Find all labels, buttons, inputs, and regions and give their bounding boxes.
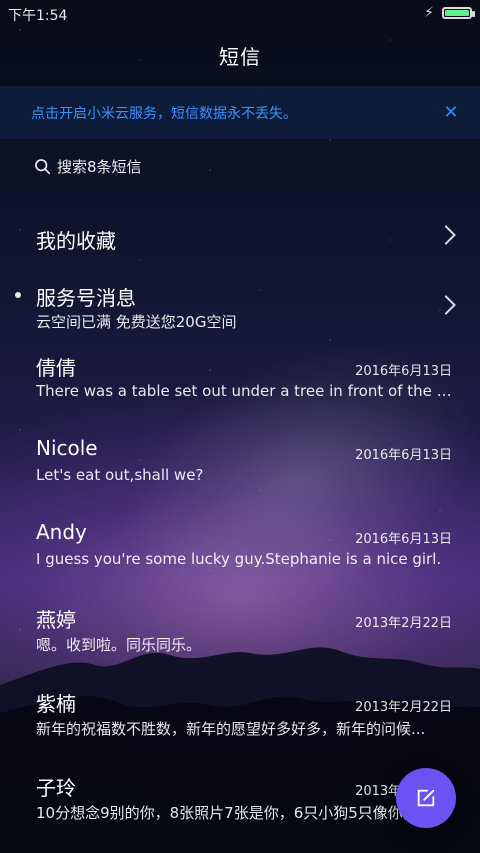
conversation-row[interactable]: Andy 2016年6月13日 I guess you're some luck… [0, 510, 480, 594]
close-banner-button[interactable]: ✕ [440, 102, 462, 124]
search-icon[interactable] [34, 158, 51, 175]
search-label[interactable]: 搜索8条短信 [57, 156, 142, 177]
header: 短信 [0, 38, 480, 76]
service-subtitle: 云空间已满 免费送您20G空间 [36, 313, 237, 331]
message-date: 2016年6月13日 [355, 364, 452, 379]
compose-button[interactable] [396, 768, 456, 828]
cloud-service-banner[interactable]: 点击开启小米云服务，短信数据永不丢失。 ✕ [0, 86, 480, 139]
message-date: 2013年2月22日 [355, 616, 452, 631]
contact-name: Andy [36, 520, 87, 544]
service-messages-row[interactable]: 服务号消息 云空间已满 免费送您20G空间 [0, 276, 480, 342]
search-bar[interactable]: 搜索8条短信 [34, 152, 142, 180]
service-title: 服务号消息 [36, 286, 136, 310]
contact-name: 子玲 [36, 776, 76, 800]
conversation-row[interactable]: 燕婷 2013年2月22日 嗯。收到啦。同乐同乐。 [0, 594, 480, 678]
favorites-title: 我的收藏 [36, 229, 116, 253]
lightning-icon: ⚡ [424, 5, 434, 21]
conversation-row[interactable]: Nicole 2016年6月13日 Let's eat out,shall we… [0, 426, 480, 510]
message-preview: I guess you're some lucky guy.Stephanie … [36, 550, 442, 568]
message-date: 2013年2月22日 [355, 700, 452, 715]
unread-indicator [15, 292, 21, 298]
compose-icon[interactable] [415, 787, 437, 809]
contact-name: 倩倩 [36, 356, 76, 380]
message-date: 2016年6月13日 [355, 532, 452, 547]
message-date: 2016年6月13日 [355, 448, 452, 463]
contact-name: 燕婷 [36, 608, 76, 632]
status-bar: 下午1:54 ⚡ [0, 0, 480, 28]
conversation-row[interactable]: 倩倩 2016年6月13日 There was a table set out … [0, 342, 480, 426]
contact-name: 紫楠 [36, 692, 76, 716]
message-preview: 新年的祝福数不胜数，新年的愿望好多好多，新年的问候... [36, 720, 426, 738]
message-preview: Let's eat out,shall we? [36, 466, 204, 484]
conversation-row[interactable]: 紫楠 2013年2月22日 新年的祝福数不胜数，新年的愿望好多好多，新年的问候.… [0, 678, 480, 762]
message-preview: There was a table set out under a tree i… [36, 382, 452, 400]
message-list: 我的收藏 服务号消息 云空间已满 免费送您20G空间 倩倩 2016年6月13日… [0, 190, 480, 846]
favorites-row[interactable]: 我的收藏 [0, 190, 480, 276]
chevron-right-icon [436, 225, 456, 245]
page-title: 短信 [219, 45, 261, 69]
status-time: 下午1:54 [8, 8, 68, 24]
cloud-banner-text[interactable]: 点击开启小米云服务，短信数据永不丢失。 [31, 103, 440, 123]
contact-name: Nicole [36, 436, 98, 460]
battery-fill [445, 10, 469, 16]
chevron-right-icon [436, 295, 456, 315]
close-icon[interactable]: ✕ [443, 103, 458, 122]
message-preview: 嗯。收到啦。同乐同乐。 [36, 636, 202, 654]
status-icons: ⚡ [424, 5, 475, 21]
message-preview: 10分想念9别的你，8张照片7张是你，6只小狗5只像你，4... [36, 804, 442, 822]
battery-icon [442, 7, 475, 19]
